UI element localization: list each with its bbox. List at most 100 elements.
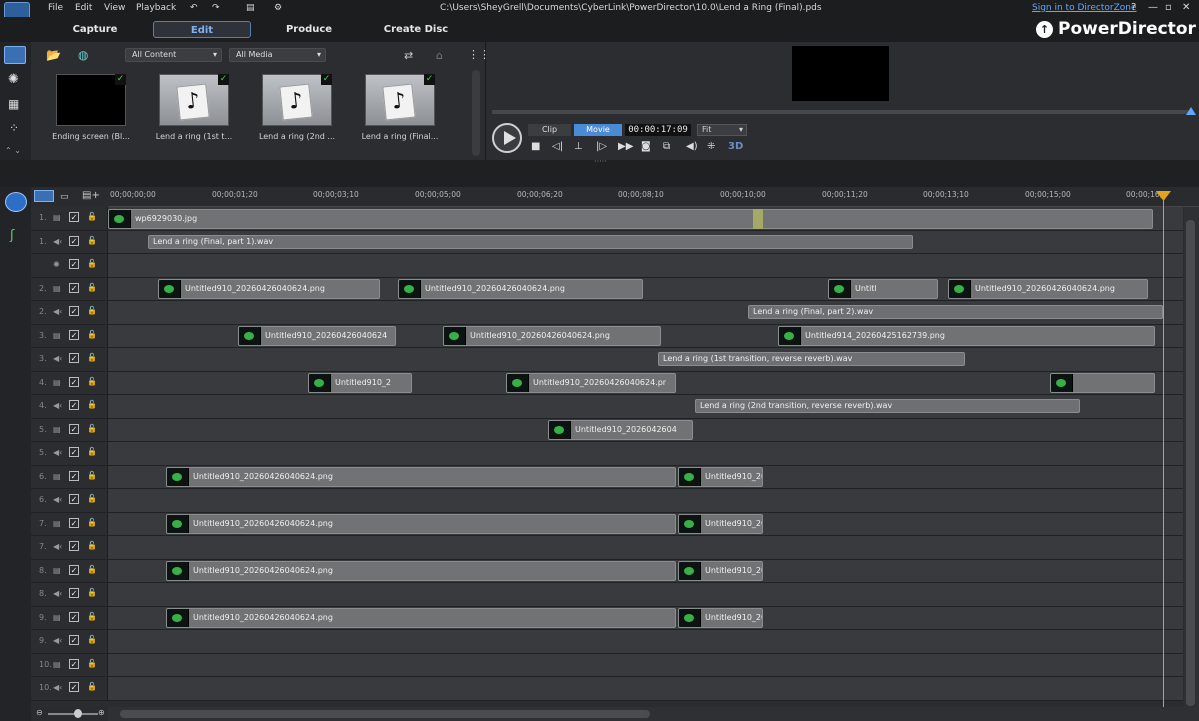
- track-enable-checkbox[interactable]: ✓: [69, 682, 79, 692]
- undo-icon[interactable]: ↶: [190, 3, 198, 13]
- fast-forward-icon[interactable]: ▶▶: [618, 141, 633, 152]
- track-lane[interactable]: [108, 536, 1183, 559]
- snapshot-icon[interactable]: ◙: [641, 141, 651, 152]
- timeline-track-audio[interactable]: 3. ◀‹ ✓ 🔓: [31, 348, 1183, 372]
- track-lane[interactable]: [108, 653, 1183, 676]
- track-enable-checkbox[interactable]: ✓: [69, 306, 79, 316]
- stop-icon[interactable]: ■: [531, 141, 540, 152]
- audio-clip[interactable]: Lend a ring (Final, part 1).wav: [148, 234, 913, 249]
- timeline-track-audio[interactable]: 6. ◀‹ ✓ 🔓: [31, 489, 1183, 513]
- preview-scrub-bar[interactable]: [492, 110, 1192, 114]
- lock-icon[interactable]: 🔓: [87, 565, 97, 574]
- video-clip[interactable]: wp6929030.jpg: [108, 208, 1153, 229]
- menu-edit[interactable]: Edit: [75, 3, 92, 13]
- lock-icon[interactable]: 🔓: [87, 400, 97, 409]
- gear-icon[interactable]: ⚙: [274, 3, 282, 13]
- content-filter-dropdown[interactable]: All Content ▾: [125, 48, 222, 62]
- tab-produce[interactable]: Produce: [274, 21, 344, 38]
- track-lane[interactable]: [108, 630, 1183, 653]
- lock-icon[interactable]: 🔓: [87, 659, 97, 668]
- media-thumb-ending-screen[interactable]: ✓: [56, 74, 126, 126]
- library-layout-icon[interactable]: ⌂: [436, 49, 443, 62]
- lock-icon[interactable]: 🔓: [87, 541, 97, 550]
- minimize-button[interactable]: —: [1148, 2, 1158, 13]
- next-frame-icon[interactable]: |▷: [596, 141, 607, 152]
- video-clip[interactable]: [1050, 373, 1155, 393]
- lock-icon[interactable]: 🔓: [87, 212, 97, 221]
- media-room-icon[interactable]: [4, 46, 26, 64]
- lock-icon[interactable]: 🔓: [87, 377, 97, 386]
- close-button[interactable]: ✕: [1182, 2, 1190, 13]
- tab-capture[interactable]: Capture: [60, 21, 130, 38]
- video-clip[interactable]: Untitled910_20: [678, 467, 763, 487]
- timeline-view-icon[interactable]: [34, 190, 54, 202]
- clip-mode-button[interactable]: Clip: [528, 124, 571, 136]
- track-lane[interactable]: [108, 489, 1183, 512]
- video-clip[interactable]: Untitled910_20260426040624.pr: [506, 373, 676, 393]
- media-thumb-music-3[interactable]: ♪ ✓: [365, 74, 435, 126]
- video-clip[interactable]: Untitled910_20260426040624: [238, 326, 396, 346]
- track-enable-checkbox[interactable]: ✓: [69, 282, 79, 293]
- video-clip[interactable]: Untitl: [828, 279, 938, 299]
- media-filter-dropdown[interactable]: All Media ▾: [229, 48, 326, 62]
- undock-icon[interactable]: ⧉: [663, 141, 670, 152]
- media-thumb-music-1[interactable]: ♪ ✓: [159, 74, 229, 126]
- track-enable-checkbox[interactable]: ✓: [69, 235, 79, 246]
- timeline-track-audio[interactable]: 9. ◀‹ ✓ 🔓: [31, 630, 1183, 654]
- audio-clip[interactable]: Lend a ring (1st transition, reverse rev…: [658, 352, 965, 366]
- play-button[interactable]: [492, 123, 522, 153]
- audio-clip[interactable]: Lend a ring (Final, part 2).wav: [748, 305, 1163, 319]
- track-lane[interactable]: [108, 442, 1183, 465]
- lock-icon[interactable]: 🔓: [87, 236, 97, 245]
- lock-icon[interactable]: 🔓: [87, 447, 97, 456]
- track-enable-checkbox[interactable]: ✓: [69, 494, 79, 504]
- video-clip[interactable]: Untitled910_20260426040624.png: [166, 514, 676, 534]
- menu-view[interactable]: View: [104, 3, 125, 13]
- pip-room-icon[interactable]: ▦: [8, 97, 19, 111]
- resize-handle-icon[interactable]: ·····: [594, 157, 607, 166]
- library-scrollbar[interactable]: [472, 70, 480, 156]
- lock-icon[interactable]: 🔓: [87, 259, 97, 268]
- menu-playback[interactable]: Playback: [136, 3, 176, 13]
- download-globe-icon[interactable]: ◍: [78, 48, 88, 62]
- menu-file[interactable]: File: [48, 3, 63, 13]
- lock-icon[interactable]: 🔓: [87, 588, 97, 597]
- layout-icon[interactable]: ▤: [246, 3, 255, 13]
- 3d-toggle[interactable]: 3D: [728, 141, 743, 152]
- timeline-track-fx[interactable]: ✺ ✓ 🔓: [31, 254, 1183, 278]
- storyboard-view-icon[interactable]: ▭: [60, 192, 69, 202]
- video-clip[interactable]: Untitled910_20260426040624.png: [166, 561, 676, 581]
- add-track-icon[interactable]: ▤+: [82, 190, 100, 201]
- video-clip[interactable]: Untitled910_20: [678, 608, 763, 628]
- movie-mode-button[interactable]: Movie: [574, 124, 622, 136]
- timecode-display[interactable]: 00:00:17:09: [625, 124, 691, 136]
- track-enable-checkbox[interactable]: ✓: [69, 329, 79, 340]
- video-clip[interactable]: Untitled910_20260426040624.png: [166, 467, 676, 487]
- scrub-end-marker-icon[interactable]: [1186, 107, 1196, 115]
- signin-link[interactable]: Sign in to DirectorZone: [1032, 3, 1137, 13]
- video-clip[interactable]: Untitled910_20: [678, 514, 763, 534]
- playhead-line[interactable]: [1163, 194, 1164, 707]
- audio-clip[interactable]: Lend a ring (2nd transition, reverse rev…: [695, 399, 1080, 413]
- vertical-scroll-thumb[interactable]: [1186, 220, 1195, 706]
- effect-room-icon[interactable]: ✺: [8, 72, 19, 87]
- track-lane[interactable]: [108, 677, 1183, 700]
- lock-icon[interactable]: 🔓: [87, 330, 97, 339]
- magic-tools-icon[interactable]: ʃ: [10, 228, 14, 243]
- zoom-in-icon[interactable]: ⊕: [98, 708, 105, 717]
- video-clip[interactable]: Untitled910_20: [678, 561, 763, 581]
- video-clip[interactable]: Untitled914_20260425162739.png: [778, 326, 1155, 346]
- track-enable-checkbox[interactable]: ✓: [69, 611, 79, 622]
- video-clip[interactable]: Untitled910_20260426040624.png: [166, 608, 676, 628]
- lock-icon[interactable]: 🔓: [87, 306, 97, 315]
- library-menu-icon[interactable]: ⇄: [404, 49, 413, 62]
- lock-icon[interactable]: 🔓: [87, 353, 97, 362]
- track-lane[interactable]: [108, 583, 1183, 606]
- track-enable-checkbox[interactable]: ✓: [69, 400, 79, 410]
- help-button[interactable]: ?: [1131, 2, 1136, 13]
- video-clip[interactable]: Untitled910_20260426040624.png: [398, 279, 643, 299]
- track-enable-checkbox[interactable]: ✓: [69, 447, 79, 457]
- track-enable-checkbox[interactable]: ✓: [69, 423, 79, 434]
- timeline-mode-icon[interactable]: [5, 192, 27, 212]
- zoom-slider[interactable]: [48, 713, 98, 715]
